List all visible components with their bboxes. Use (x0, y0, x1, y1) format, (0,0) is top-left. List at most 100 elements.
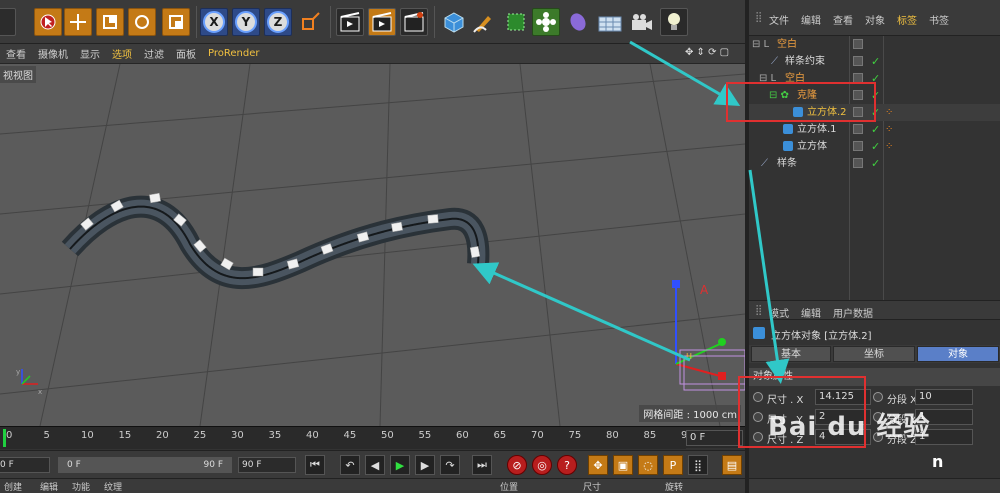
pen-icon[interactable] (470, 8, 498, 36)
object-row-cube[interactable]: 立方体 ✓ ⁘ (749, 138, 1000, 155)
end-frame-field[interactable]: 90 F (238, 457, 296, 473)
range-end: 90 F (203, 460, 224, 470)
goto-end-icon[interactable]: ⏭ (472, 455, 492, 475)
viewport-menu-view[interactable]: 查看 (6, 46, 26, 61)
prev-frame-icon[interactable]: ◀ (365, 455, 385, 475)
tab-basic[interactable]: 基本 (751, 346, 831, 362)
object-row-spline-constraint[interactable]: ⟋ 样条约束 ✓ (749, 53, 1000, 70)
timeline-tick-label: 45 (343, 430, 357, 441)
light-icon[interactable] (660, 8, 688, 36)
scale-icon[interactable] (96, 8, 124, 36)
x-axis-icon[interactable]: X (200, 8, 228, 36)
visibility-toggle[interactable] (853, 141, 863, 151)
film-icon[interactable]: ▤ (722, 455, 742, 475)
next-key-icon[interactable]: ↷ (440, 455, 460, 475)
param-label: 分段 X (887, 395, 918, 406)
autokey-icon[interactable]: ◎ (532, 455, 552, 475)
deformer-icon[interactable] (564, 8, 592, 36)
floor-icon[interactable] (596, 8, 624, 36)
viewport-menu-prorender[interactable]: ProRender (208, 48, 259, 59)
rotate-icon[interactable] (128, 8, 156, 36)
render-picture-queue-icon[interactable] (368, 8, 396, 36)
viewport-nav-icons[interactable]: ✥ ⇕ ⟳ ▢ (685, 47, 729, 58)
subdivision-icon[interactable] (502, 8, 530, 36)
enabled-check-icon[interactable]: ✓ (871, 53, 880, 70)
enabled-check-icon[interactable]: ✓ (871, 138, 880, 155)
enabled-check-icon[interactable]: ✓ (871, 121, 880, 138)
key-pla-icon[interactable]: ⣿ (688, 455, 708, 475)
scale-2-icon[interactable] (162, 8, 190, 36)
attr-menu-edit[interactable]: 编辑 (801, 305, 821, 320)
segments-x-field[interactable]: 10 (915, 389, 973, 405)
material-tag-icon[interactable]: ⁘ (885, 138, 893, 155)
material-tag-icon[interactable]: ⁘ (885, 121, 893, 138)
bottom-menu-edit[interactable]: 编辑 (40, 480, 58, 493)
viewport-menu-panel[interactable]: 面板 (176, 46, 196, 61)
next-frame-icon[interactable]: ▶ (415, 455, 435, 475)
visibility-toggle[interactable] (853, 56, 863, 66)
timeline-ruler[interactable]: 051015202530354045505560657075808590 (0, 426, 745, 449)
bottom-menu-texture[interactable]: 纹理 (104, 480, 122, 493)
coordinate-system-icon[interactable] (296, 8, 324, 36)
object-label: 立方体 (797, 141, 827, 152)
bottom-menu-function[interactable]: 功能 (72, 480, 90, 493)
y-axis-icon[interactable]: Y (232, 8, 260, 36)
object-manager-menu: ⣿ 文件 编辑 查看 对象 标签 书签 (749, 0, 1000, 36)
om-menu-object[interactable]: 对象 (865, 12, 885, 27)
frame-range-slider[interactable]: 0 F 90 F (58, 457, 232, 473)
key-param-icon[interactable]: P (663, 455, 683, 475)
tab-object[interactable]: 对象 (917, 346, 999, 362)
prev-key-icon[interactable]: ↶ (340, 455, 360, 475)
enabled-check-icon[interactable]: ✓ (871, 155, 880, 172)
play-icon[interactable]: ▶ (390, 455, 410, 475)
cube-icon[interactable] (440, 8, 468, 36)
start-frame-field[interactable]: 0 F (0, 457, 50, 473)
om-menu-file[interactable]: 文件 (769, 12, 789, 27)
om-menu-edit[interactable]: 编辑 (801, 12, 821, 27)
viewport-menu-filter[interactable]: 过滤 (144, 46, 164, 61)
attr-menu-userdata[interactable]: 用户数据 (833, 305, 873, 320)
timeline-tick-label: 65 (493, 430, 507, 441)
object-row-cube-1[interactable]: 立方体.1 ✓ ⁘ (749, 121, 1000, 138)
om-menu-bookmarks[interactable]: 书签 (929, 12, 949, 27)
perspective-viewport[interactable]: A H y x 视视图 网格间距 : 1000 cm (0, 64, 745, 426)
attr-menu-mode[interactable]: 模式 (769, 305, 789, 320)
object-row-spline[interactable]: ⟋ 样条 ✓ (749, 155, 1000, 172)
render-settings-icon[interactable] (400, 8, 428, 36)
undo-icon[interactable] (0, 8, 16, 36)
pointer-icon[interactable] (34, 8, 62, 36)
keyframe-selection-icon[interactable]: ? (557, 455, 577, 475)
viewport-menu-options[interactable]: 选项 (112, 46, 132, 61)
current-frame-field[interactable]: 0 F (686, 430, 743, 446)
grip-icon: ⣿ (755, 305, 763, 316)
timeline-tick-label: 55 (418, 430, 432, 441)
main-toolbar: X Y Z (0, 0, 745, 44)
timeline-tick-label: 15 (118, 430, 132, 441)
timeline-tick-label: 25 (193, 430, 207, 441)
move-icon[interactable] (64, 8, 92, 36)
tab-coord[interactable]: 坐标 (833, 346, 915, 362)
visibility-toggle[interactable] (853, 158, 863, 168)
key-scale-icon[interactable]: ▣ (613, 455, 633, 475)
z-axis-icon[interactable]: Z (264, 8, 292, 36)
viewport-menu-camera[interactable]: 摄像机 (38, 46, 68, 61)
visibility-toggle[interactable] (853, 39, 863, 49)
anim-radio[interactable] (873, 392, 883, 402)
viewport-menu-display[interactable]: 显示 (80, 46, 100, 61)
record-icon[interactable]: ⊘ (507, 455, 527, 475)
key-position-icon[interactable]: ✥ (588, 455, 608, 475)
object-row-null-1[interactable]: ⊟ L 空白 (749, 36, 1000, 53)
bottom-menu-create[interactable]: 创建 (4, 480, 22, 493)
timeline-tick-label: 5 (43, 430, 50, 441)
visibility-toggle[interactable] (853, 124, 863, 134)
material-tag-icon[interactable]: ⁘ (885, 104, 893, 121)
cloner-icon[interactable] (532, 8, 560, 36)
om-menu-view[interactable]: 查看 (833, 12, 853, 27)
render-view-icon[interactable] (336, 8, 364, 36)
camera-icon[interactable] (628, 8, 656, 36)
timeline-tick-label: 20 (156, 430, 169, 441)
key-rotation-icon[interactable]: ◌ (638, 455, 658, 475)
om-menu-tags[interactable]: 标签 (897, 12, 917, 27)
object-label: 样条 (777, 158, 797, 169)
goto-start-icon[interactable]: ⏮ (305, 455, 325, 475)
